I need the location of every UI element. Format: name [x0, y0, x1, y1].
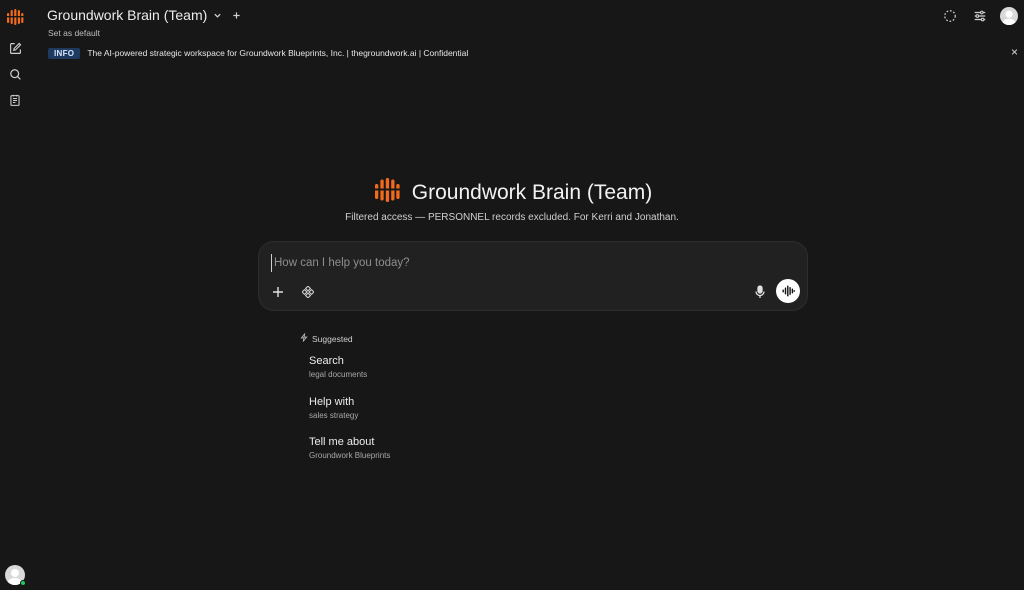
- voice-mode-button[interactable]: [776, 279, 800, 303]
- model-name[interactable]: Groundwork Brain (Team): [47, 7, 207, 23]
- hero: Groundwork Brain (Team): [0, 175, 1024, 210]
- info-badge: INFO: [48, 47, 81, 59]
- settings-sliders-icon[interactable]: [970, 6, 990, 26]
- suggestion-title: Help with: [309, 396, 355, 408]
- integrations-icon[interactable]: [298, 282, 318, 302]
- suggested-label: Suggested: [300, 333, 353, 344]
- search-icon[interactable]: [4, 63, 26, 85]
- sidebar: [0, 0, 30, 590]
- suggestion-title: Search: [309, 355, 344, 367]
- logo-icon[interactable]: [4, 6, 26, 28]
- info-banner: INFO The AI-powered strategic workspace …: [48, 45, 1018, 60]
- plus-icon[interactable]: [268, 282, 288, 302]
- suggestion-item[interactable]: Tell me about Groundwork Blueprints: [309, 436, 390, 460]
- suggestion-item[interactable]: Help with sales strategy: [309, 396, 358, 420]
- chat-composer: [258, 241, 808, 311]
- chat-input[interactable]: [271, 254, 771, 272]
- brand-logo-icon: [372, 175, 402, 210]
- hero-title: Groundwork Brain (Team): [411, 180, 653, 204]
- notes-icon[interactable]: [4, 89, 26, 111]
- chevron-down-icon[interactable]: [213, 7, 222, 23]
- suggestion-subtitle: sales strategy: [309, 411, 359, 420]
- voice-mode-icon: [782, 285, 795, 297]
- suggestion-subtitle: legal documents: [309, 370, 368, 379]
- set-as-default-link[interactable]: Set as default: [48, 28, 100, 38]
- user-avatar[interactable]: [1000, 7, 1018, 25]
- lightning-icon: [300, 333, 308, 344]
- top-right-controls: [940, 6, 1018, 26]
- banner-text: The AI-powered strategic workspace for G…: [87, 48, 469, 58]
- model-selector[interactable]: Groundwork Brain (Team): [47, 7, 241, 23]
- online-status-dot: [20, 580, 26, 586]
- suggestion-subtitle: Groundwork Blueprints: [309, 451, 391, 460]
- microphone-icon[interactable]: [750, 282, 770, 302]
- user-icon: [1001, 10, 1017, 25]
- close-icon[interactable]: ×: [1011, 45, 1018, 59]
- new-chat-icon[interactable]: [4, 37, 26, 59]
- loading-icon[interactable]: [940, 6, 960, 26]
- add-model-icon[interactable]: [232, 7, 241, 23]
- hero-subtitle: Filtered access — PERSONNEL records excl…: [345, 212, 679, 223]
- suggestion-item[interactable]: Search legal documents: [309, 355, 367, 379]
- suggestion-title: Tell me about: [309, 436, 375, 448]
